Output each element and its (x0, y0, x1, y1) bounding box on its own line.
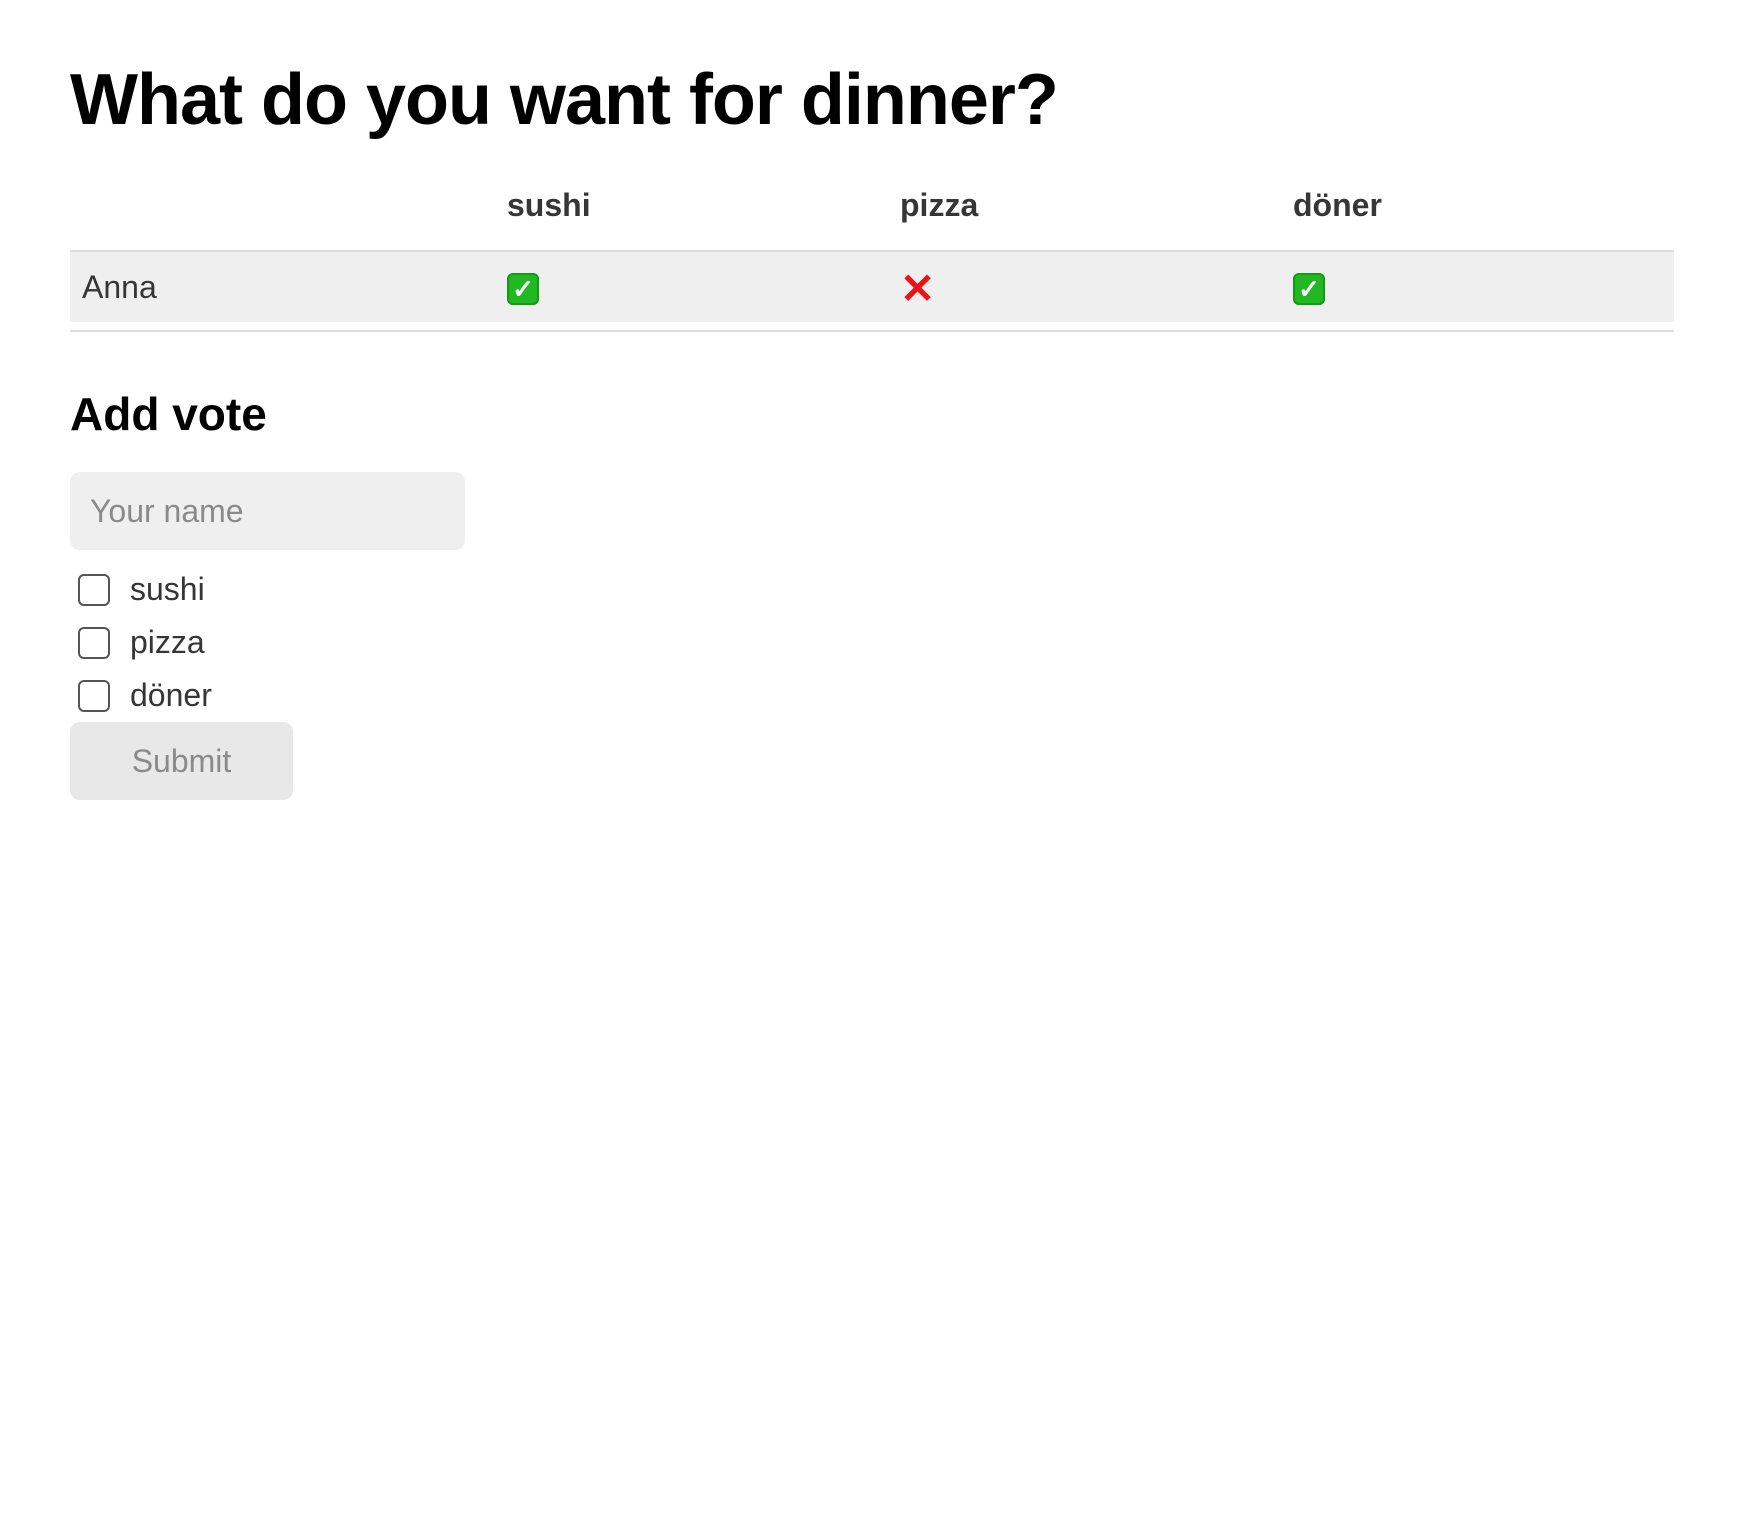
column-header-name (70, 170, 495, 252)
option-pizza[interactable]: pizza (78, 616, 212, 669)
doner-checkbox[interactable] (78, 679, 110, 712)
cross-mark-icon: ✕ (900, 265, 936, 313)
vote-cell-sushi: ✓ (495, 251, 888, 322)
option-label: pizza (130, 624, 205, 660)
check-mark-icon: ✓ (507, 273, 539, 306)
option-label: döner (130, 677, 212, 713)
option-label: sushi (130, 571, 205, 607)
pizza-checkbox[interactable] (78, 626, 110, 659)
table-header-row: sushi pizza döner (70, 170, 1674, 252)
votes-table: sushi pizza döner Anna ✓ ✕ ✓ (70, 170, 1674, 322)
option-list: sushi pizza döner (78, 563, 212, 722)
submit-button[interactable]: Submit (70, 722, 293, 800)
vote-cell-pizza: ✕ (888, 251, 1281, 322)
add-vote-heading: Add vote (70, 388, 267, 440)
name-input[interactable] (70, 472, 465, 550)
check-mark-icon: ✓ (1293, 273, 1325, 306)
column-header-doner: döner (1281, 170, 1674, 252)
sushi-checkbox[interactable] (78, 573, 110, 606)
voter-name: Anna (70, 251, 495, 322)
section-divider (70, 330, 1674, 332)
column-header-sushi: sushi (495, 170, 888, 252)
page-title: What do you want for dinner? (70, 60, 1059, 140)
column-header-pizza: pizza (888, 170, 1281, 252)
option-doner[interactable]: döner (78, 669, 212, 722)
option-sushi[interactable]: sushi (78, 563, 212, 616)
table-row: Anna ✓ ✕ ✓ (70, 251, 1674, 322)
vote-cell-doner: ✓ (1281, 251, 1674, 322)
